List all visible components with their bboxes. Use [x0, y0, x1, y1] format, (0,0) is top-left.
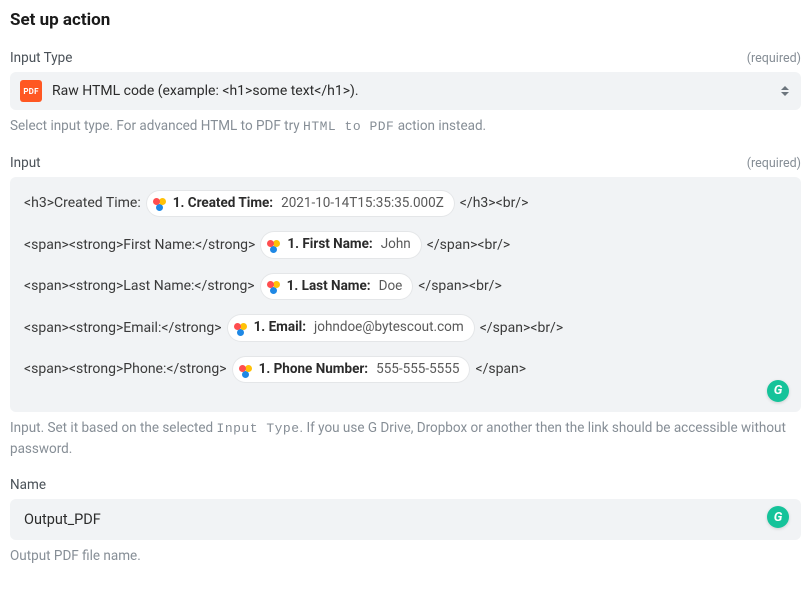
- source-app-icon: [234, 321, 248, 335]
- input-type-value: Raw HTML code (example: <h1>some text</h…: [52, 83, 359, 99]
- required-label: (required): [747, 156, 801, 171]
- field-name: Name G Output PDF file name.: [10, 477, 801, 566]
- field-header: Name: [10, 477, 801, 493]
- source-app-icon: [153, 196, 167, 210]
- pill-label: 1. Phone Number:: [259, 359, 369, 381]
- raw-text: <span><strong>First Name:</strong>: [24, 234, 255, 256]
- source-app-icon: [267, 238, 281, 252]
- grammarly-icon[interactable]: G: [767, 380, 789, 402]
- input-row: <span><strong>Last Name:</strong> 1. Las…: [24, 274, 787, 300]
- pill-value: 2021-10-14T15:35:35.000Z: [281, 193, 444, 215]
- pill-label: 1. Created Time:: [173, 193, 273, 215]
- input-type-select[interactable]: PDF Raw HTML code (example: <h1>some tex…: [10, 72, 801, 110]
- raw-text: </span><br/>: [480, 317, 563, 339]
- input-help: Input. Set it based on the selected Inpu…: [10, 418, 801, 459]
- mapped-field-pill[interactable]: 1. Last Name: Doe: [261, 274, 413, 300]
- input-row: <span><strong>Email:</strong> 1. Email: …: [24, 315, 787, 341]
- source-app-icon: [239, 363, 253, 377]
- name-label: Name: [10, 477, 46, 493]
- pill-value: 555-555-5555: [376, 359, 459, 381]
- pill-value: johndoe@bytescout.com: [314, 317, 464, 339]
- field-input: Input (required) <h3>Created Time: 1. Cr…: [10, 155, 801, 460]
- required-label: (required): [747, 51, 801, 66]
- input-row: <h3>Created Time: 1. Created Time: 2021-…: [24, 191, 787, 217]
- raw-text: <span><strong>Last Name:</strong>: [24, 275, 255, 297]
- input-row: <span><strong>First Name:</strong> 1. Fi…: [24, 232, 787, 258]
- source-app-icon: [267, 279, 281, 293]
- mapped-field-pill[interactable]: 1. Created Time: 2021-10-14T15:35:35.000…: [147, 191, 454, 217]
- raw-text: <span><strong>Email:</strong>: [24, 317, 222, 339]
- raw-text: </span><br/>: [427, 234, 510, 256]
- input-type-label: Input Type: [10, 50, 72, 66]
- select-chevrons-icon: [781, 86, 789, 96]
- pill-label: 1. First Name:: [287, 234, 372, 256]
- input-row: <span><strong>Phone:</strong> 1. Phone N…: [24, 357, 787, 383]
- raw-text: <span><strong>Phone:</strong>: [24, 358, 227, 380]
- page-title: Set up action: [10, 10, 801, 30]
- input-type-help: Select input type. For advanced HTML to …: [10, 116, 801, 137]
- mapped-field-pill[interactable]: 1. First Name: John: [261, 232, 420, 258]
- pill-value: John: [381, 234, 411, 256]
- raw-text: <h3>Created Time:: [24, 192, 141, 214]
- mapped-field-pill[interactable]: 1. Email: johndoe@bytescout.com: [228, 315, 474, 341]
- field-input-type: Input Type (required) PDF Raw HTML code …: [10, 50, 801, 137]
- input-template-area[interactable]: <h3>Created Time: 1. Created Time: 2021-…: [10, 177, 801, 413]
- raw-text: </span>: [475, 358, 526, 380]
- pill-label: 1. Email:: [254, 317, 306, 339]
- name-input-wrap: G: [10, 499, 801, 540]
- input-label: Input: [10, 155, 41, 171]
- pill-label: 1. Last Name:: [287, 276, 371, 298]
- raw-text: </span><br/>: [418, 275, 501, 297]
- field-header: Input Type (required): [10, 50, 801, 66]
- pill-value: Doe: [379, 276, 403, 298]
- raw-text: </h3><br/>: [460, 192, 529, 214]
- name-help: Output PDF file name.: [10, 546, 801, 566]
- mapped-field-pill[interactable]: 1. Phone Number: 555-555-5555: [233, 357, 470, 383]
- name-input[interactable]: [24, 511, 787, 528]
- field-header: Input (required): [10, 155, 801, 171]
- pdf-icon: PDF: [20, 80, 42, 102]
